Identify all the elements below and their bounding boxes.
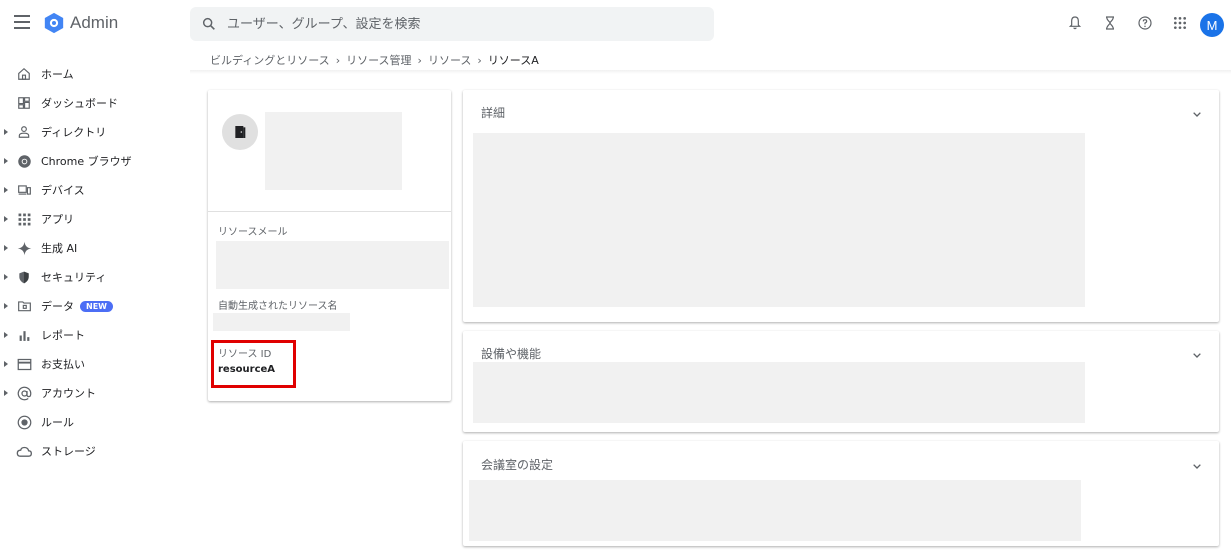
expand-caret-icon[interactable] (4, 303, 8, 309)
expand-caret-icon[interactable] (4, 390, 8, 396)
sidebar-item-label: セキュリティ (41, 271, 107, 284)
expand-caret-icon[interactable] (4, 187, 8, 193)
help-icon[interactable] (1136, 14, 1154, 32)
sidebar-item-label: ディレクトリ (41, 126, 107, 139)
breadcrumb-current: リソースA (487, 54, 539, 67)
sidebar-item-directory[interactable]: ディレクトリ (0, 118, 180, 146)
room-settings-content-placeholder (469, 480, 1081, 541)
admin-logo[interactable]: Admin (43, 12, 118, 34)
sidebar-item-dashboard[interactable]: ダッシュボード (0, 89, 180, 117)
sidebar-item-storage[interactable]: ストレージ (0, 437, 180, 465)
resource-email-value-placeholder (216, 241, 449, 289)
expand-caret-icon[interactable] (4, 158, 8, 164)
person-icon (16, 124, 32, 140)
devices-icon (16, 182, 32, 198)
search-bar[interactable] (190, 7, 714, 41)
auto-name-label: 自動生成されたリソース名 (218, 301, 338, 312)
sidebar-item-label: アカウント (41, 387, 96, 400)
user-avatar[interactable]: M (1200, 13, 1224, 37)
sidebar-item-label: ルール (41, 416, 74, 429)
new-badge: NEW (80, 300, 113, 312)
expand-caret-icon[interactable] (4, 332, 8, 338)
top-bar: Admin M (0, 0, 1231, 50)
sidebar-item-data[interactable]: データ NEW (0, 292, 180, 320)
features-section-title: 設備や機能 (481, 347, 542, 361)
search-icon (202, 17, 215, 30)
expand-caret-icon[interactable] (4, 274, 8, 280)
chevron-down-icon[interactable] (1189, 106, 1205, 122)
sidebar-item-label: お支払い (41, 358, 85, 371)
breadcrumb-separator: › (335, 53, 341, 67)
sparkle-icon (16, 240, 32, 256)
expand-caret-icon[interactable] (4, 361, 8, 367)
rules-icon (16, 414, 32, 430)
sidebar-item-devices[interactable]: デバイス (0, 176, 180, 204)
sidebar-item-label: ホーム (41, 68, 74, 81)
door-icon (222, 114, 258, 150)
search-input[interactable] (227, 16, 687, 32)
breadcrumb-item[interactable]: リソース管理 (346, 52, 411, 68)
at-sign-icon (16, 385, 32, 401)
details-section[interactable]: 詳細 (463, 90, 1219, 322)
app-name: Admin (70, 13, 119, 32)
sidebar-item-home[interactable]: ホーム (0, 60, 180, 88)
sidebar-item-label: データ (41, 300, 74, 313)
sidebar-item-apps[interactable]: アプリ (0, 205, 180, 233)
features-content-placeholder (473, 362, 1085, 423)
room-settings-section-title: 会議室の設定 (481, 458, 554, 472)
sidebar-item-security[interactable]: セキュリティ (0, 263, 180, 291)
sidebar-item-label: レポート (41, 329, 85, 342)
breadcrumb-separator: › (477, 53, 482, 67)
details-content-placeholder (473, 133, 1085, 307)
breadcrumb-shadow (190, 70, 1231, 74)
sidebar-item-label: デバイス (41, 184, 85, 197)
main-menu-icon[interactable] (14, 15, 30, 29)
sidebar-item-label: Chrome ブラウザ (41, 155, 132, 168)
expand-caret-icon[interactable] (4, 245, 8, 251)
resource-id-highlight (211, 340, 296, 388)
expand-caret-icon[interactable] (4, 129, 8, 135)
sidebar-item-rules[interactable]: ルール (0, 408, 180, 436)
resource-email-label: リソースメール (218, 227, 288, 238)
resource-image-placeholder (265, 112, 402, 190)
dashboard-icon (16, 95, 32, 111)
chevron-down-icon[interactable] (1189, 458, 1205, 474)
details-section-title: 詳細 (481, 106, 506, 120)
sidebar-item-label: ストレージ (41, 445, 96, 458)
sidebar-item-billing[interactable]: お支払い (0, 350, 180, 378)
sidebar-item-label: ダッシュボード (41, 97, 118, 110)
breadcrumb-item[interactable]: ビルディングとリソース (210, 52, 330, 68)
sidebar-item-gen-ai[interactable]: 生成 AI (0, 234, 180, 262)
card-divider (208, 211, 451, 212)
bar-chart-icon (16, 327, 32, 343)
credit-card-icon (16, 356, 32, 372)
expand-caret-icon[interactable] (4, 216, 8, 222)
chevron-down-icon[interactable] (1189, 347, 1205, 363)
shield-icon (16, 269, 32, 285)
admin-logo-icon (44, 12, 64, 34)
home-icon (16, 66, 32, 82)
sidebar-item-account[interactable]: アカウント (0, 379, 180, 407)
breadcrumb-item[interactable]: リソース (428, 52, 471, 68)
apps-grid-icon (16, 211, 32, 227)
sidebar-item-label: アプリ (41, 213, 74, 226)
hourglass-tasks-icon[interactable] (1101, 14, 1119, 32)
room-settings-section[interactable]: 会議室の設定 (463, 441, 1219, 546)
auto-name-value-placeholder (213, 313, 350, 331)
notifications-bell-icon[interactable] (1066, 14, 1084, 32)
breadcrumb: ビルディングとリソース › リソース管理 › リソース › リソースA (210, 52, 539, 68)
apps-launcher-icon[interactable] (1171, 14, 1189, 32)
cloud-icon (16, 443, 32, 459)
sidebar-item-label: 生成 AI (41, 242, 78, 255)
features-section[interactable]: 設備や機能 (463, 331, 1219, 432)
sidebar-item-chrome[interactable]: Chrome ブラウザ (0, 147, 180, 175)
folder-icon (16, 298, 32, 314)
chrome-icon (16, 153, 32, 169)
breadcrumb-separator: › (417, 53, 422, 67)
sidebar-item-reports[interactable]: レポート (0, 321, 180, 349)
